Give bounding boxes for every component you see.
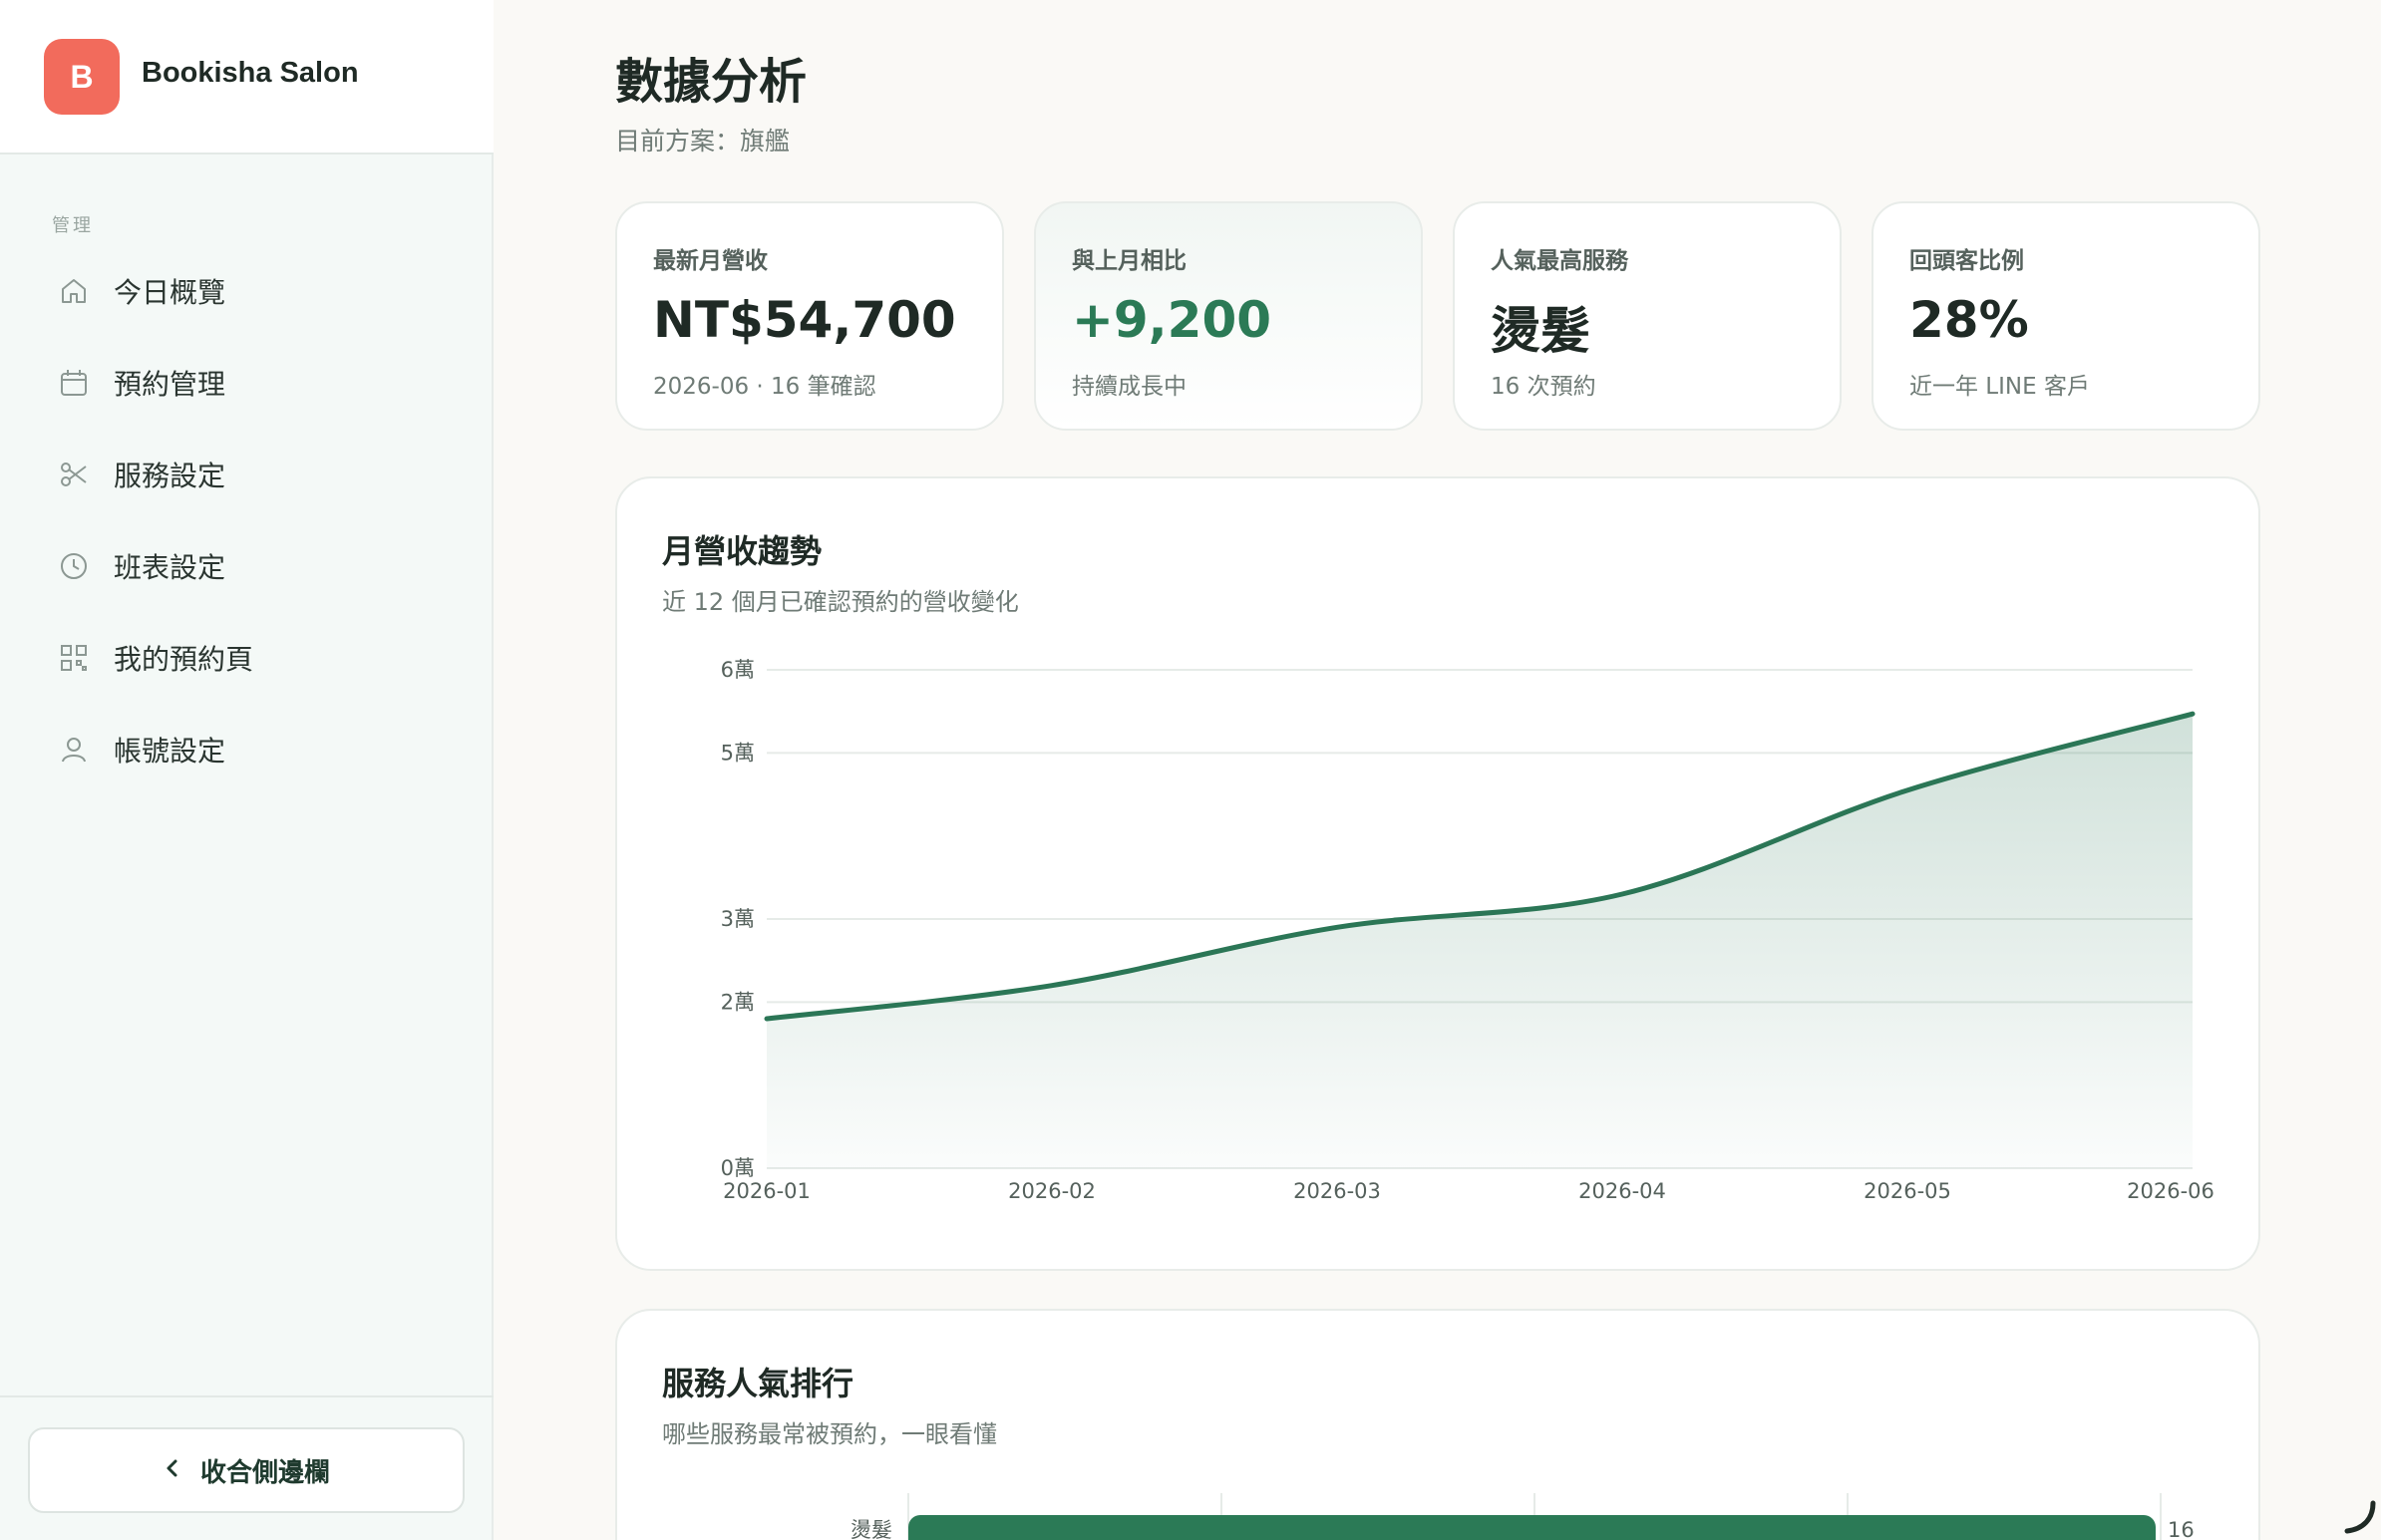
clock-icon [54, 546, 94, 586]
y-tick-label: 2萬 [721, 990, 755, 1014]
sidebar-item-bookings[interactable]: 預約管理 [30, 346, 464, 420]
page-title: 數據分析 [615, 54, 808, 110]
stat-value: 燙髮 [1491, 302, 1590, 360]
sidebar-item-label: 預約管理 [114, 368, 226, 401]
sidebar-footer: 收合側邊欄 [0, 1395, 494, 1540]
sidebar-item-label: 我的預約頁 [114, 643, 254, 676]
bar-category-label: 燙髮 [850, 1518, 892, 1540]
y-tick-label: 5萬 [721, 741, 755, 765]
chevron-left-icon [163, 1456, 182, 1484]
ranking-chart: 燙髮 16 [850, 1493, 2195, 1540]
stat-note: 2026-06 · 16 筆確認 [653, 374, 876, 400]
x-tick-label: 2026-05 [1864, 1179, 1951, 1203]
sidebar-item-label: 今日概覽 [114, 276, 226, 309]
service-ranking-panel: 服務人氣排行 哪些服務最常被預約，一眼看懂 燙髮 16 [615, 1309, 2260, 1540]
revenue-chart: 0萬 2萬 3萬 5萬 6萬 2026-01 2026-02 2026-03 2026-04 20… [721, 658, 2214, 1203]
stat-card-revenue: 最新月營收 NT$54,700 2026-06 · 16 筆確認 [615, 201, 1004, 431]
stat-label: 與上月相比 [1072, 248, 1187, 274]
qr-code-icon [54, 638, 94, 678]
plan-subtitle: 目前方案：旗艦 [615, 127, 791, 155]
collapse-sidebar-label: 收合側邊欄 [199, 1457, 330, 1488]
stat-value: 28% [1909, 291, 2029, 349]
y-tick-label: 3萬 [721, 907, 755, 931]
loading-spinner-icon [2341, 1495, 2381, 1540]
stat-note: 持續成長中 [1072, 374, 1187, 400]
sidebar-item-label: 服務設定 [114, 460, 226, 492]
brand-logo[interactable]: B [44, 39, 120, 115]
sidebar-item-label: 班表設定 [114, 551, 226, 584]
stat-label: 人氣最高服務 [1491, 248, 1628, 274]
x-tick-label: 2026-06 [2127, 1179, 2214, 1203]
sidebar-item-services[interactable]: 服務設定 [30, 438, 464, 511]
stat-note: 16 次預約 [1491, 374, 1596, 400]
bar-value-label: 16 [2168, 1518, 2195, 1540]
y-tick-label: 0萬 [721, 1156, 755, 1180]
stat-value: NT$54,700 [653, 291, 956, 349]
x-tick-label: 2026-03 [1293, 1179, 1381, 1203]
sidebar-item-overview[interactable]: 今日概覽 [30, 254, 464, 328]
collapse-sidebar-button[interactable]: 收合側邊欄 [28, 1427, 465, 1513]
x-tick-label: 2026-04 [1578, 1179, 1666, 1203]
stat-label: 最新月營收 [653, 248, 768, 274]
y-tick-label: 6萬 [721, 658, 755, 682]
sidebar-item-schedule[interactable]: 班表設定 [30, 529, 464, 603]
stat-card-top-service: 人氣最高服務 燙髮 16 次預約 [1453, 201, 1842, 431]
user-icon [54, 730, 94, 770]
stat-card-returning-ratio: 回頭客比例 28% 近一年 LINE 客戶 [1871, 201, 2260, 431]
revenue-area [767, 714, 2193, 1168]
stat-card-month-change: 與上月相比 +9,200 持續成長中 [1034, 201, 1423, 431]
home-icon [54, 271, 94, 311]
sidebar: B Bookisha Salon 管理 今日概覽 預約管理 服務設定 班表設定 … [0, 0, 494, 1540]
sidebar-item-booking-page[interactable]: 我的預約頁 [30, 621, 464, 695]
bar [908, 1515, 2156, 1540]
stat-label: 回頭客比例 [1909, 248, 2024, 274]
scissors-icon [54, 455, 94, 494]
x-tick-label: 2026-02 [1008, 1179, 1096, 1203]
stat-value: +9,200 [1072, 291, 1272, 349]
x-tick-label: 2026-01 [723, 1179, 811, 1203]
sidebar-item-account[interactable]: 帳號設定 [30, 713, 464, 786]
calendar-icon [54, 363, 94, 403]
sidebar-item-label: 帳號設定 [114, 735, 226, 768]
brand-header: B Bookisha Salon [0, 0, 494, 154]
revenue-trend-panel: 月營收趨勢 近 12 個月已確認預約的營收變化 0萬 2萬 3萬 5萬 6萬 2026-0… [615, 476, 2260, 1271]
stat-note: 近一年 LINE 客戶 [1909, 374, 2090, 400]
brand-name[interactable]: Bookisha Salon [142, 57, 359, 90]
sidebar-section-label: 管理 [52, 215, 94, 236]
